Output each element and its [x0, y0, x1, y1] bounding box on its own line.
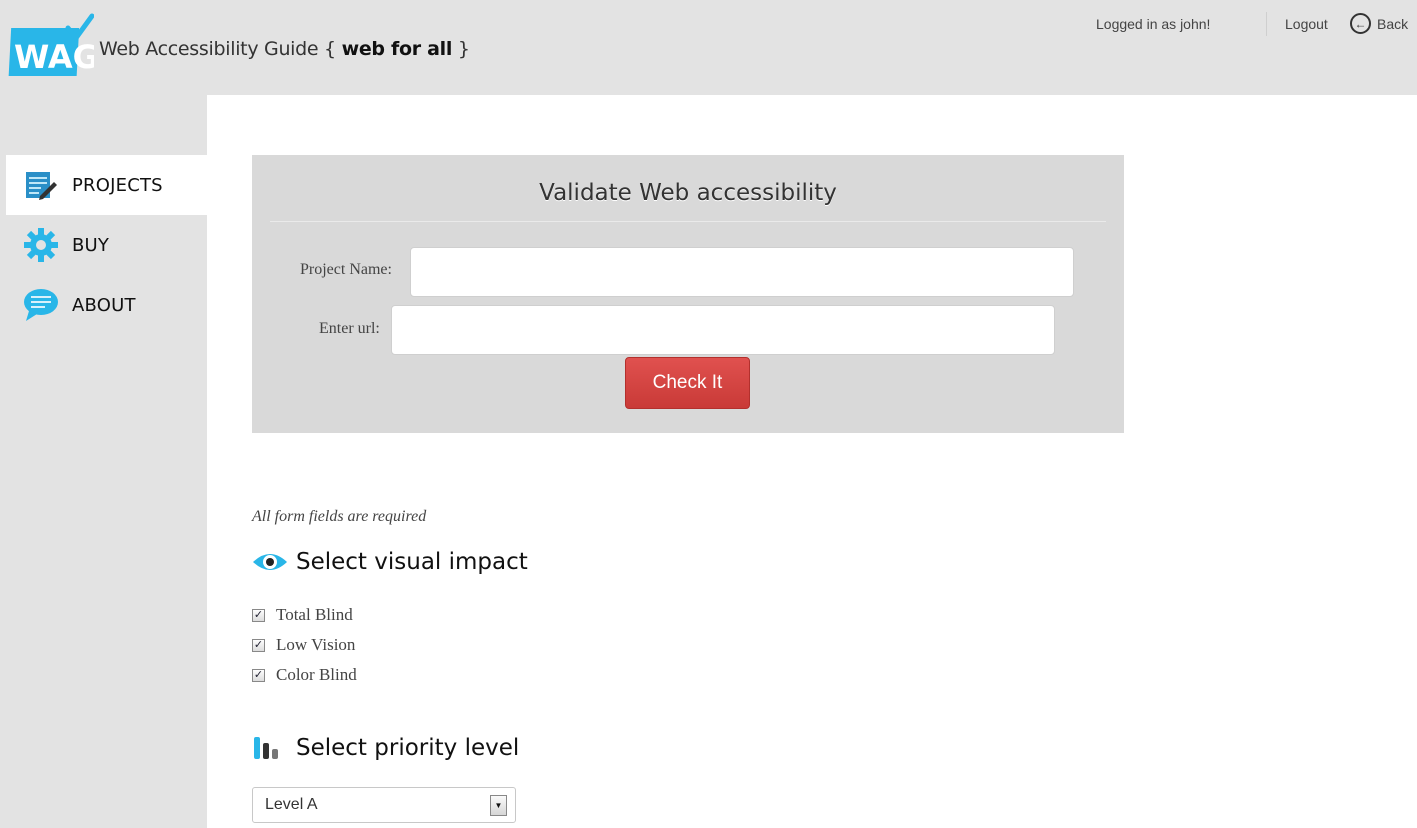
- required-note: All form fields are required: [252, 508, 427, 525]
- check-it-button[interactable]: Check It: [625, 357, 750, 409]
- bar-chart-icon: [252, 733, 288, 763]
- sidebar-item-buy[interactable]: BUY: [6, 215, 207, 275]
- logo-text: WAG: [14, 38, 94, 76]
- sidebar-item-about[interactable]: ABOUT: [6, 275, 207, 335]
- logout-link[interactable]: Logout: [1285, 16, 1328, 32]
- priority-select[interactable]: Level A ▼: [252, 787, 516, 823]
- checkbox-color-blind[interactable]: ✓ Color Blind: [252, 665, 357, 685]
- checkbox-low-vision[interactable]: ✓ Low Vision: [252, 635, 355, 655]
- edit-document-icon: [22, 166, 60, 204]
- checkbox-checked-icon[interactable]: ✓: [252, 668, 265, 682]
- sidebar-item-label: PROJECTS: [72, 174, 163, 196]
- url-label: Enter url:: [319, 320, 380, 337]
- checkbox-total-blind[interactable]: ✓ Total Blind: [252, 605, 353, 625]
- checkbox-label: Color Blind: [276, 665, 357, 684]
- checkbox-checked-icon[interactable]: ✓: [252, 608, 265, 622]
- visual-impact-title: Select visual impact: [296, 549, 528, 575]
- priority-title: Select priority level: [296, 735, 520, 761]
- back-arrow-icon: ←: [1350, 13, 1371, 34]
- checkbox-label: Total Blind: [276, 605, 353, 624]
- logged-in-status: Logged in as john!: [1096, 16, 1211, 32]
- sidebar-item-label: BUY: [72, 234, 110, 256]
- checkbox-label: Low Vision: [276, 635, 356, 654]
- visual-impact-heading: Select visual impact: [252, 547, 528, 577]
- nav-divider: [1266, 12, 1267, 36]
- main-content: Validate Web accessibility Project Name:…: [207, 95, 1417, 828]
- back-link[interactable]: ← Back: [1350, 13, 1408, 34]
- gear-icon: [22, 226, 60, 264]
- back-label: Back: [1377, 15, 1409, 32]
- priority-heading: Select priority level: [252, 733, 519, 763]
- panel-title: Validate Web accessibility: [539, 180, 837, 206]
- sidebar-item-label: ABOUT: [72, 294, 136, 316]
- brand-prefix: Web Accessibility Guide {: [99, 38, 342, 60]
- priority-select-value: Level A: [265, 796, 318, 813]
- chat-bubble-icon: [22, 286, 60, 324]
- panel-divider: [270, 221, 1106, 222]
- sidebar: PROJECTS BUY ABOUT: [0, 95, 207, 828]
- project-name-input[interactable]: [410, 247, 1074, 297]
- project-name-label: Project Name:: [300, 261, 392, 278]
- sidebar-item-projects[interactable]: PROJECTS: [6, 155, 207, 215]
- url-input[interactable]: [391, 305, 1055, 355]
- checkbox-checked-icon[interactable]: ✓: [252, 638, 265, 652]
- chevron-down-icon[interactable]: ▼: [490, 794, 507, 816]
- wag-logo[interactable]: WAG: [8, 12, 99, 82]
- header: WAG Web Accessibility Guide { web for al…: [0, 0, 1417, 95]
- brand-suffix: }: [452, 38, 470, 60]
- brand-title: Web Accessibility Guide { web for all }: [99, 38, 470, 60]
- brand-bold: web for all: [341, 38, 453, 60]
- eye-icon: [252, 547, 288, 577]
- validate-panel: Validate Web accessibility Project Name:…: [252, 155, 1124, 433]
